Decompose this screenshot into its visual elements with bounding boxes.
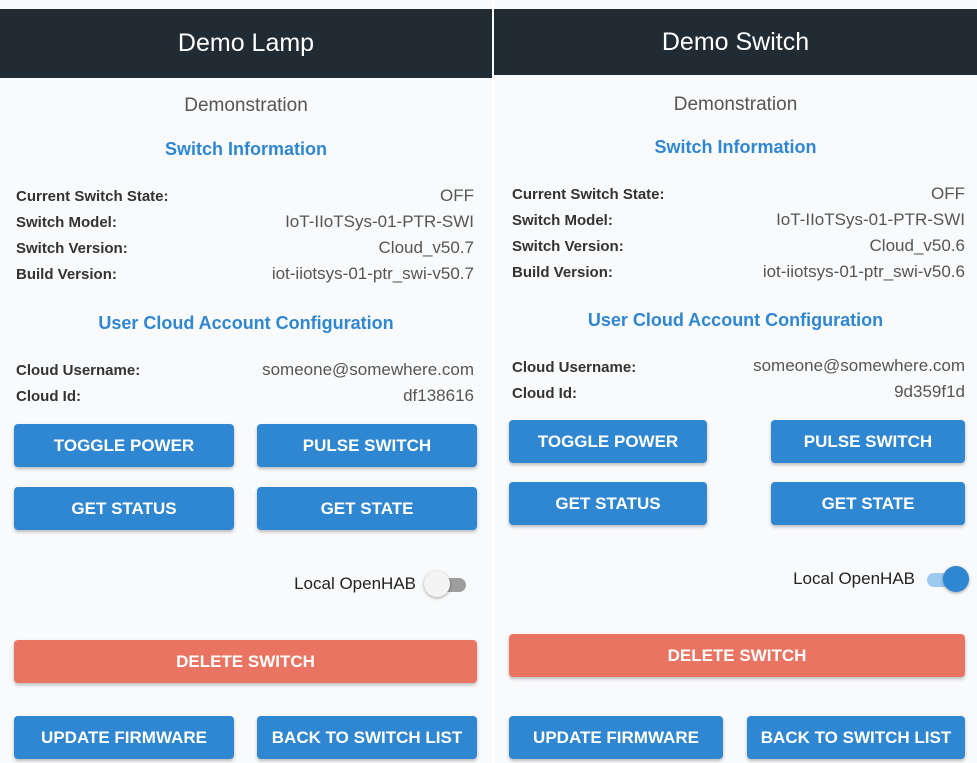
get-state-button[interactable]: GET STATE [771,482,965,525]
cloud-id-value: df138616 [403,386,474,405]
back-to-switch-list-button[interactable]: BACK TO SWITCH LIST [747,716,965,759]
back-to-switch-list-button[interactable]: BACK TO SWITCH LIST [257,716,477,759]
build-version-label: Build Version: [512,264,613,281]
switch-state-value: OFF [440,186,474,205]
app-header: Demo Switch [494,9,977,75]
cloud-id-value: 9d359f1d [894,382,965,401]
switch-version-label: Switch Version: [512,238,624,255]
cloud-username-label: Cloud Username: [512,359,637,376]
switch-state-label: Current Switch State: [512,186,665,203]
app-header: Demo Lamp [0,9,492,78]
build-version-label: Build Version: [16,266,117,283]
local-openhab-label: Local OpenHAB [793,569,915,588]
switch-version-value: Cloud_v50.6 [869,236,965,255]
switch-model-value: IoT-IIoTSys-01-PTR-SWI [285,212,474,231]
switch-state-value: OFF [931,184,965,203]
page-title: Demo Lamp [177,29,315,57]
toggle-power-button[interactable]: TOGGLE POWER [509,420,707,463]
update-firmware-button[interactable]: UPDATE FIRMWARE [509,716,723,759]
local-openhab-toggle[interactable] [923,565,969,593]
switch-version-label: Switch Version: [16,240,128,257]
get-state-button[interactable]: GET STATE [257,487,477,530]
switch-info-heading: Switch Information [165,139,327,159]
get-status-button[interactable]: GET STATUS [14,487,234,530]
pulse-switch-button[interactable]: PULSE SWITCH [771,420,965,463]
switch-info-heading: Switch Information [654,137,817,157]
cloud-id-label: Cloud Id: [512,385,577,402]
demo-lamp-panel: Demo Lamp Demonstration Switch Informati… [0,0,492,763]
toggle-knob [424,571,450,597]
switch-model-value: IoT-IIoTSys-01-PTR-SWI [776,210,965,229]
toggle-knob [943,566,969,592]
demo-switch-panel: Demo Switch Demonstration Switch Informa… [494,0,977,763]
update-firmware-button[interactable]: UPDATE FIRMWARE [14,716,234,759]
cloud-username-value: someone@somewhere.com [753,356,965,375]
local-openhab-row: Local OpenHAB [793,565,969,593]
cloud-id-label: Cloud Id: [16,388,81,405]
build-version-value: iot-iiotsys-01-ptr_swi-v50.6 [762,262,965,281]
get-status-button[interactable]: GET STATUS [509,482,707,525]
device-subtitle: Demonstration [184,95,308,116]
switch-model-label: Switch Model: [512,212,613,229]
cloud-config-heading: User Cloud Account Configuration [587,310,884,330]
local-openhab-toggle[interactable] [424,570,470,598]
switch-state-label: Current Switch State: [16,188,169,205]
cloud-username-value: someone@somewhere.com [262,360,474,379]
delete-switch-button[interactable]: DELETE SWITCH [14,640,477,683]
delete-switch-button[interactable]: DELETE SWITCH [509,634,965,677]
toggle-power-button[interactable]: TOGGLE POWER [14,424,234,467]
page-title: Demo Switch [661,27,810,56]
local-openhab-label: Local OpenHAB [294,574,416,593]
pulse-switch-button[interactable]: PULSE SWITCH [257,424,477,467]
cloud-config-heading: User Cloud Account Configuration [98,313,394,333]
switch-model-label: Switch Model: [16,214,117,231]
device-subtitle: Demonstration [673,94,798,115]
local-openhab-row: Local OpenHAB [294,570,470,598]
build-version-value: iot-iiotsys-01-ptr_swi-v50.7 [271,264,474,283]
switch-version-value: Cloud_v50.7 [378,238,474,257]
cloud-username-label: Cloud Username: [16,362,141,379]
